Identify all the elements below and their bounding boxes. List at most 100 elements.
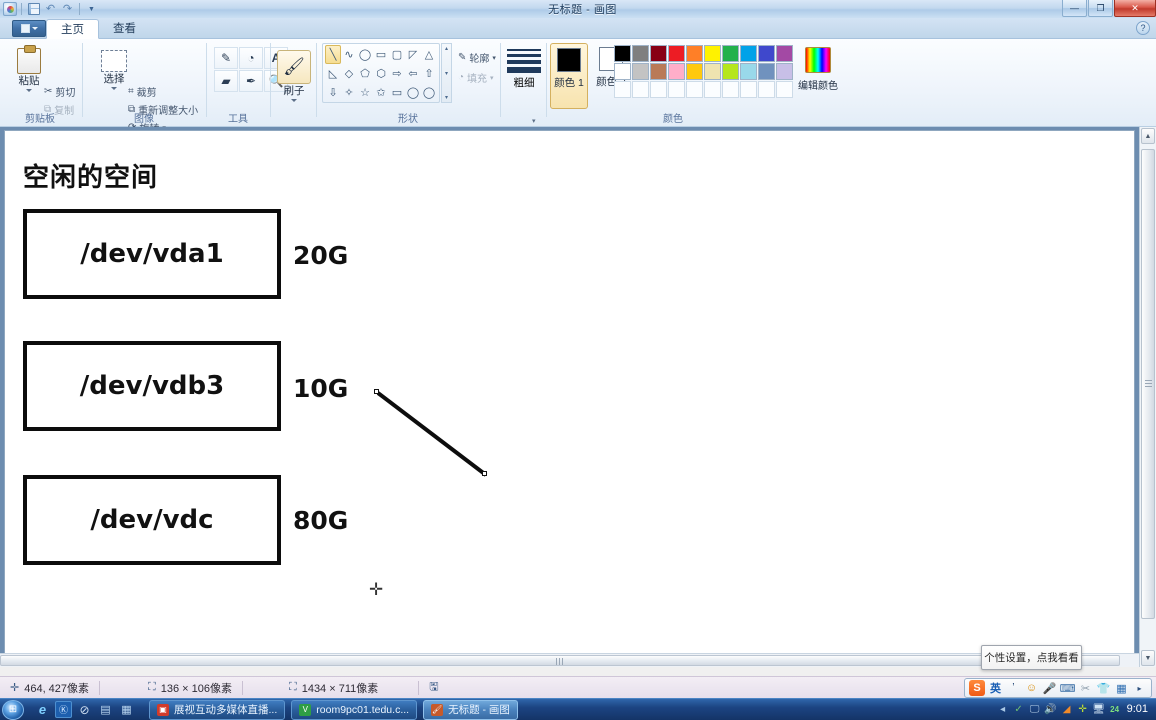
palette-swatch[interactable] [668,45,685,62]
taskbar-item-1[interactable]: V room9pc01.tedu.c... [291,699,418,720]
tab-view[interactable]: 查看 [99,18,150,38]
cut-button[interactable]: ✂ 剪切 [44,83,75,100]
copy-button[interactable]: ⧉ 复制 [44,101,74,118]
pencil-icon[interactable]: ✎ [214,47,238,69]
personalization-tooltip[interactable]: 个性设置，点我看看 [981,645,1082,670]
shape-oval-callout[interactable]: ◯ [405,83,421,102]
palette-swatch[interactable] [704,63,721,80]
palette-swatch[interactable] [722,63,739,80]
shape-gallery-scrollbar[interactable]: ▴ ▾ ▾ [441,43,452,103]
palette-custom-slot[interactable] [650,81,667,98]
color1-button[interactable]: 颜色 1 [550,43,588,109]
color-picker-icon[interactable]: ✒ [239,70,263,92]
shape-up-arrow[interactable]: ⇧ [421,64,437,83]
close-button[interactable]: ✕ [1114,0,1156,17]
ime-voice-icon[interactable]: 🎤 [1042,681,1057,696]
vertical-scrollbar[interactable]: ▲ ▼ [1139,127,1156,667]
palette-swatch[interactable] [758,63,775,80]
shape-cloud-callout[interactable]: ◯ [421,83,437,102]
brushes-button[interactable]: 🖌 刷子 [276,47,312,103]
network-icon[interactable]: 🖥 [1091,701,1107,717]
line-handle-end[interactable] [482,471,487,476]
shape-line[interactable]: ╲ [325,45,341,64]
thickness-button[interactable]: 粗细 [504,45,544,89]
fill-bucket-icon[interactable]: ◔ [239,47,263,69]
block-icon[interactable]: ⊘ [76,701,93,718]
paint-app-icon[interactable] [2,2,17,17]
chevron-down-icon[interactable]: ▾ [532,117,536,125]
palette-swatch[interactable] [614,63,631,80]
palette-custom-slot[interactable] [722,81,739,98]
plus-circle-icon[interactable]: ✛ [1075,701,1091,717]
shape-triangle[interactable]: △ [421,45,437,64]
ime-punctuation-icon[interactable]: ʼ [1006,681,1021,696]
shape-gallery[interactable]: ╲ ∿ ◯ ▭ ▢ ◸ △ ◺ ◇ ⬠ ⬡ ⇨ ⇦ ⇧ ⇩ ✧ ☆ ✩ ▭ ◯ … [322,43,440,103]
palette-swatch[interactable] [740,45,757,62]
palette-custom-slot[interactable] [668,81,685,98]
ime-language-icon[interactable]: 英 [988,681,1003,696]
shape-left-arrow[interactable]: ⇦ [405,64,421,83]
ime-emoji-icon[interactable]: ☺ [1024,681,1039,696]
shape-rounded-rectangle[interactable]: ▢ [389,45,405,64]
qat-dropdown-icon[interactable]: ▼ [84,2,99,17]
edit-colors-button[interactable]: 编辑颜色 [798,47,838,92]
palette-custom-slot[interactable] [758,81,775,98]
scroll-up-icon[interactable]: ▴ [445,45,448,52]
canvas-area[interactable]: 空闲的空间 /dev/vda1 20G /dev/vdb3 10G /dev/v… [0,127,1156,667]
start-button[interactable]: ⊞ [2,699,24,720]
scroll-down-icon[interactable]: ▾ [445,70,448,77]
volume-icon[interactable]: 🔊 [1043,701,1059,717]
line-handle-start[interactable] [374,389,379,394]
kingsoft-icon[interactable]: Ⓚ [55,701,72,718]
save-icon[interactable] [26,2,41,17]
palette-swatch[interactable] [686,63,703,80]
flag-icon[interactable]: ◢ [1059,701,1075,717]
shape-ellipse[interactable]: ◯ [357,45,373,64]
ime-skin-icon[interactable]: 👕 [1096,681,1111,696]
palette-swatch[interactable] [632,45,649,62]
horizontal-scroll-thumb[interactable] [0,655,1120,666]
palette-custom-slot[interactable] [704,81,721,98]
screenshot-tool-icon[interactable]: ▦ [118,701,135,718]
palette-custom-slot[interactable] [686,81,703,98]
palette-swatch[interactable] [614,45,631,62]
palette-swatch[interactable] [704,45,721,62]
palette-swatch[interactable] [650,45,667,62]
scroll-up-icon[interactable]: ▲ [1141,128,1155,144]
fill-button[interactable]: ◔ 填充 ▾ [458,69,494,86]
shape-five-point-star[interactable]: ☆ [357,83,373,102]
ime-toolbar[interactable]: S 英 ʼ ☺ 🎤 ⌨ ✂ 👕 ▦ ▸ [964,678,1152,698]
palette-swatch[interactable] [632,63,649,80]
v2-app-icon[interactable]: ✓ [1011,701,1027,717]
palette-swatch[interactable] [668,63,685,80]
taskbar-item-2[interactable]: 🖌 无标题 - 画图 [423,699,518,720]
palette-swatch[interactable] [686,45,703,62]
redo-icon[interactable]: ↷ [60,2,75,17]
internet-explorer-icon[interactable]: e [34,701,51,718]
list-view-icon[interactable]: ▤ [97,701,114,718]
palette-custom-slot[interactable] [632,81,649,98]
shape-rounded-callout[interactable]: ▭ [389,83,405,102]
shape-pentagon[interactable]: ⬠ [357,64,373,83]
resize-button[interactable]: ⧉ 重新调整大小 [128,101,198,118]
eraser-icon[interactable]: ▰ [214,70,238,92]
shape-rectangle[interactable]: ▭ [373,45,389,64]
shape-right-arrow[interactable]: ⇨ [389,64,405,83]
palette-custom-slot[interactable] [614,81,631,98]
show-hidden-icons-icon[interactable]: ◂ [995,701,1011,717]
palette-swatch[interactable] [776,63,793,80]
drawing-canvas[interactable]: 空闲的空间 /dev/vda1 20G /dev/vdb3 10G /dev/v… [4,130,1135,664]
ime-more-icon[interactable]: ▸ [1132,681,1147,696]
minimize-button[interactable]: — [1062,0,1087,17]
shape-hexagon[interactable]: ⬡ [373,64,389,83]
palette-swatch[interactable] [776,45,793,62]
shape-curve[interactable]: ∿ [341,45,357,64]
palette-swatch[interactable] [740,63,757,80]
palette-swatch[interactable] [650,63,667,80]
horizontal-scrollbar[interactable] [0,653,1139,667]
ime-keyboard-icon[interactable]: ⌨ [1060,681,1076,696]
tab-home[interactable]: 主页 [46,19,99,39]
file-menu-button[interactable] [12,20,46,37]
help-icon[interactable]: ? [1136,21,1150,35]
shape-four-point-star[interactable]: ✧ [341,83,357,102]
